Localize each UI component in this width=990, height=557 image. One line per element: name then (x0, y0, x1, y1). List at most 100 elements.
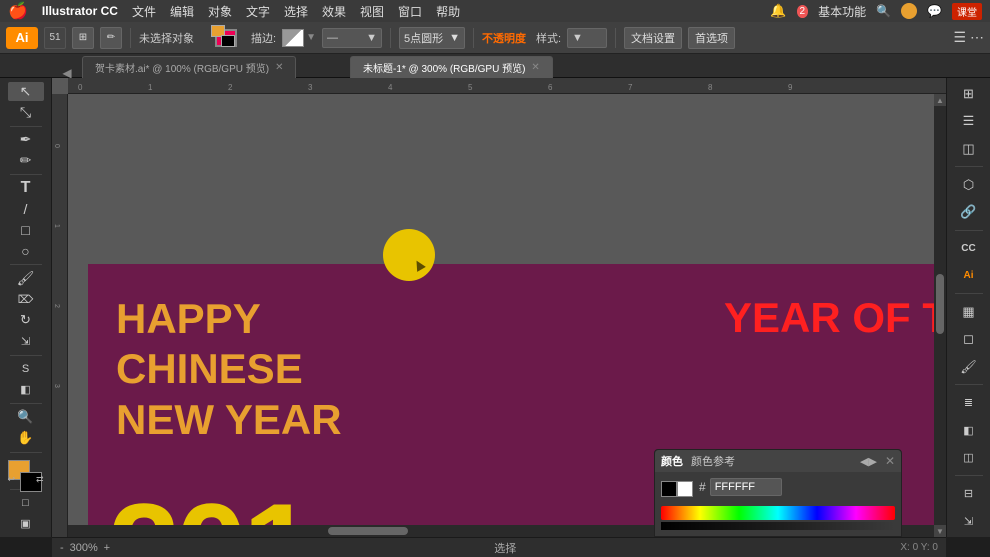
hand-tool[interactable]: ✋ (8, 429, 44, 448)
new-year-text: NEW YEAR (116, 395, 342, 445)
wechat-icon[interactable]: 💬 (927, 4, 942, 18)
color-spectrum-gradient[interactable] (661, 506, 895, 520)
menu-item-object[interactable]: 对象 (208, 3, 232, 20)
apple-menu[interactable]: 🍎 (8, 1, 28, 21)
menu-item-window[interactable]: 窗口 (398, 3, 422, 20)
eraser-tool[interactable]: ⌦ (8, 290, 44, 309)
blend-tool[interactable]: S (8, 359, 44, 378)
shape-label: 5点圆形 (404, 30, 443, 46)
menu-item-select[interactable]: 选择 (284, 3, 308, 20)
scale-tool[interactable]: ⇲ (8, 332, 44, 351)
layers-icon[interactable]: ☰ (953, 109, 985, 132)
ellipse-tool[interactable]: ○ (8, 242, 44, 261)
pen-tool[interactable]: ✒ (8, 130, 44, 149)
menu-item-view[interactable]: 视图 (360, 3, 384, 20)
brush-panel-icon[interactable]: 🖌 (953, 355, 985, 378)
stroke-value-dropdown[interactable]: — ▼ (322, 28, 382, 48)
zoom-in-btn[interactable]: + (104, 542, 110, 554)
white-swatch[interactable] (677, 481, 693, 497)
color-panel-icon[interactable]: ▦ (953, 300, 985, 323)
zoom-control[interactable]: - 300% + (60, 542, 110, 554)
color-tab[interactable]: 颜色 (661, 453, 683, 469)
tab-0[interactable]: 贺卡素材.ai* @ 100% (RGB/GPU 预览) ✕ (82, 56, 296, 78)
color-spectrum-bar[interactable] (661, 522, 895, 530)
stroke-color-area[interactable]: ▼ (282, 29, 316, 47)
ai-panel-icon[interactable]: Ai (953, 264, 985, 287)
scroll-track-v[interactable] (934, 106, 946, 525)
scrollbar-down-button[interactable]: ▼ (934, 525, 946, 537)
vertical-scrollbar[interactable]: ▲ ▼ (934, 94, 946, 537)
normal-view[interactable]: □ (8, 493, 44, 512)
more-options-icon[interactable]: ⋯ (970, 29, 984, 46)
selection-tool[interactable]: ↖ (8, 82, 44, 101)
panel-expand-arrows[interactable]: ◀▶ ✕ (860, 454, 895, 468)
tabs-bar: ◀ 贺卡素材.ai* @ 100% (RGB/GPU 预览) ✕ 未标题-1* … (0, 54, 990, 78)
properties-icon[interactable]: ⬡ (953, 173, 985, 196)
user-avatar[interactable] (901, 3, 917, 19)
search-icon[interactable]: 🔍 (876, 4, 891, 18)
status-center: 选择 (118, 540, 892, 556)
line-tool[interactable]: / (8, 200, 44, 219)
doc-settings-button[interactable]: 文档设置 (624, 27, 682, 49)
pencil-tool-icon[interactable]: ✏ (100, 27, 122, 49)
color-panel-tabs: 颜色 颜色参考 (661, 453, 854, 469)
align-panel-icon[interactable]: ⊟ (953, 482, 985, 505)
color-swatches-row: # (661, 478, 895, 500)
canvas-area[interactable]: 0 1 2 3 4 5 6 7 8 9 0 1 2 3 (52, 78, 946, 537)
transform-panel-icon[interactable]: ⇲ (953, 510, 985, 533)
app-name-label: Illustrator CC (42, 4, 118, 18)
zoom-out-btn[interactable]: - (60, 542, 64, 554)
fill-color-box[interactable] (215, 29, 237, 47)
prefs-button[interactable]: 首选项 (688, 27, 735, 49)
swatch-panel-icon[interactable]: ◻ (953, 328, 985, 351)
shape-dropdown[interactable]: 5点圆形 ▼ (399, 27, 465, 49)
menu-item-type[interactable]: 文字 (246, 3, 270, 20)
gradient-tool[interactable]: ◧ (8, 380, 44, 399)
scroll-thumb-v[interactable] (936, 274, 944, 334)
mode-label[interactable]: 基本功能 (818, 3, 866, 20)
foreground-color[interactable]: ↩ ⇄ (4, 460, 48, 484)
toolbar: Ai 51 ⊞ ✏ 未选择对象 描边: ▼ — ▼ 5点圆形 ▼ 不透明度 样式… (0, 22, 990, 54)
rect-tool[interactable]: □ (8, 221, 44, 240)
layout-icon[interactable]: ⊞ (72, 27, 94, 49)
tab-0-close[interactable]: ✕ (275, 62, 283, 73)
menu-item-effect[interactable]: 效果 (322, 3, 346, 20)
year-of-text: YEAR OF T (724, 294, 938, 342)
cc-icon[interactable]: CC (953, 237, 985, 260)
fullscreen-view[interactable]: ▣ (8, 514, 44, 533)
status-bar: - 300% + 选择 X: 0 Y: 0 (52, 537, 946, 557)
no-selection-label: 未选择对象 (139, 30, 209, 46)
artboards-icon[interactable]: ◫ (953, 137, 985, 160)
scroll-thumb-h[interactable] (328, 527, 408, 535)
bell-icon[interactable]: 🔔 (770, 3, 786, 19)
grid-icon[interactable]: ⊞ (953, 82, 985, 105)
menu-bar: 🍎 Illustrator CC 文件 编辑 对象 文字 选择 效果 视图 窗口… (0, 0, 990, 22)
color-ref-tab[interactable]: 颜色参考 (691, 453, 735, 469)
panel-close-icon[interactable]: ✕ (885, 454, 895, 468)
menu-item-file[interactable]: 文件 (132, 3, 156, 20)
transparency-panel-icon[interactable]: ◫ (953, 446, 985, 469)
artboard-main-text: HAPPY CHINESE NEW YEAR (116, 294, 342, 445)
paintbrush-tool[interactable]: 🖌 (8, 269, 44, 288)
black-swatch[interactable] (661, 481, 677, 497)
panel-toggle-icon[interactable]: ☰ (953, 29, 966, 46)
stroke-panel-icon[interactable]: ≣ (953, 391, 985, 414)
rotate-tool[interactable]: ↻ (8, 311, 44, 330)
link-icon[interactable]: 🔗 (953, 200, 985, 223)
type-tool[interactable]: T (8, 179, 44, 198)
direct-selection-tool[interactable]: ⤡ (8, 103, 44, 122)
black-white-swatches[interactable] (661, 481, 693, 497)
zoom-value[interactable]: 300% (66, 542, 102, 554)
style-dropdown[interactable]: ▼ (567, 28, 607, 48)
zoom-tool[interactable]: 🔍 (8, 408, 44, 427)
menu-item-help[interactable]: 帮助 (436, 3, 460, 20)
hex-input[interactable] (710, 478, 782, 496)
menu-item-edit[interactable]: 编辑 (170, 3, 194, 20)
tab-1-close[interactable]: ✕ (531, 62, 539, 73)
tab-1-label: 未标题-1* @ 300% (RGB/GPU 预览) (363, 60, 525, 75)
pencil-tool[interactable]: ✏ (8, 151, 44, 170)
gradient-panel-icon[interactable]: ◧ (953, 419, 985, 442)
tab-1[interactable]: 未标题-1* @ 300% (RGB/GPU 预览) ✕ (350, 56, 553, 78)
main-area: ↖ ⤡ ✒ ✏ T / □ ○ 🖌 ⌦ ↻ ⇲ S ◧ 🔍 ✋ ↩ ⇄ □ ▣ (0, 78, 990, 537)
scrollbar-up-button[interactable]: ▲ (934, 94, 946, 106)
